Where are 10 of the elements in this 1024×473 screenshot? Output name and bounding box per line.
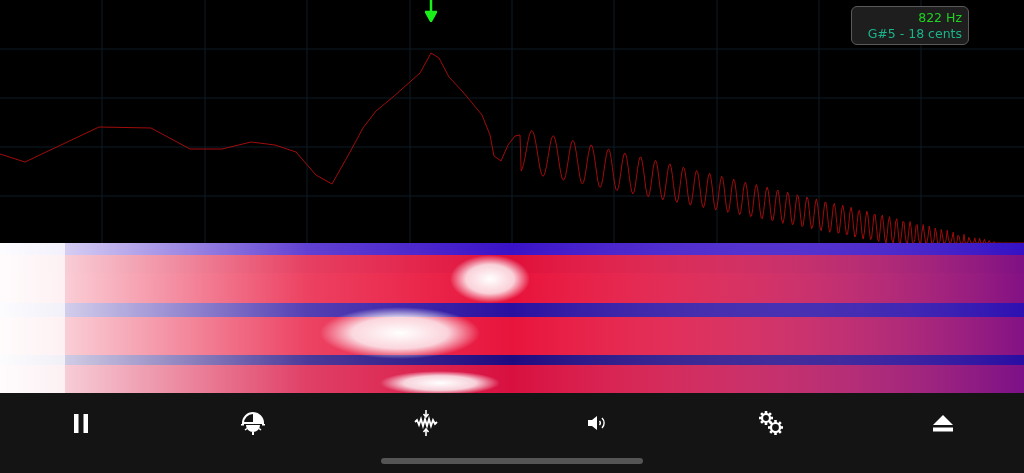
settings-button[interactable]: [757, 408, 784, 438]
waveform-button[interactable]: [412, 408, 439, 438]
brightness-icon: [241, 411, 266, 435]
peak-arrow-icon: [425, 0, 437, 22]
eject-icon: [932, 414, 953, 432]
note-value: G#5 - 18 cents: [867, 26, 962, 42]
pause-icon: [73, 413, 89, 433]
gears-icon: [758, 411, 783, 435]
waveform-icon: [413, 410, 438, 436]
frequency-value: 822 Hz: [918, 10, 962, 26]
